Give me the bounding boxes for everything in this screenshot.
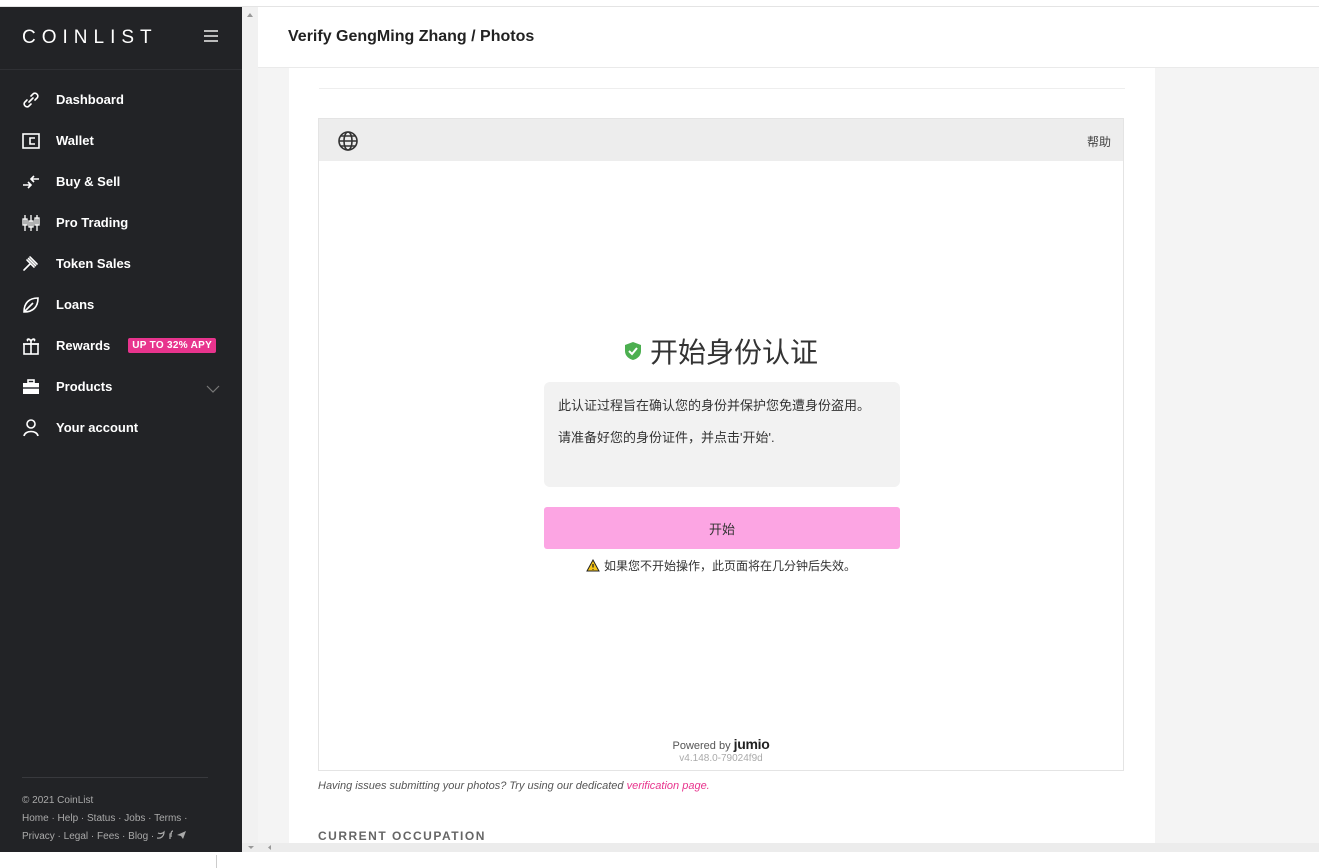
divider <box>319 88 1125 89</box>
help-link[interactable]: 帮助 <box>1087 133 1111 150</box>
sidebar-item-products[interactable]: Products <box>0 366 242 407</box>
verification-page-link[interactable]: verification page. <box>627 780 710 792</box>
wallet-icon <box>21 131 41 151</box>
sidebar-item-loans[interactable]: Loans <box>0 284 242 325</box>
sidebar-item-token-sales[interactable]: Token Sales <box>0 243 242 284</box>
sidebar-item-label: Products <box>56 379 113 394</box>
info-text: 请准备好您的身份证件，并点击'开始'. <box>558 430 775 445</box>
leaf-icon <box>21 295 41 315</box>
sidebar-item-label: Pro Trading <box>56 215 129 230</box>
candlestick-icon <box>21 213 41 233</box>
jumio-logo: jumio <box>733 736 770 752</box>
main-content: 帮助 开始身份认证 此认证过程旨在确认您的身份并保护您免遭身份盗用。 请准备好您… <box>258 68 1319 852</box>
sidebar-nav: Dashboard Wallet Buy & Sell Pro Trading … <box>0 79 242 448</box>
content-card: 帮助 开始身份认证 此认证过程旨在确认您的身份并保护您免遭身份盗用。 请准备好您… <box>289 68 1155 852</box>
divider <box>216 855 217 868</box>
gift-icon <box>21 336 41 356</box>
globe-icon[interactable] <box>337 130 359 157</box>
powered-by: Powered by jumio <box>319 736 1123 752</box>
issue-note: Having issues submitting your photos? Tr… <box>318 780 710 792</box>
gavel-icon <box>21 254 41 274</box>
sidebar-footer: © 2021 CoinList Home · Help · Status · J… <box>22 792 217 846</box>
sidebar: COINLIST Dashboard Wallet Buy & Sell Pro… <box>0 7 242 852</box>
version-text: v4.148.0-79024f9d <box>679 753 763 764</box>
warning-text: 如果您不开始操作，此页面将在几分钟后失效。 <box>603 559 856 573</box>
chevron-down-icon[interactable] <box>206 380 220 398</box>
section-heading: CURRENT OCCUPATION <box>318 829 486 843</box>
copyright-text: © 2021 CoinList <box>22 795 94 806</box>
apy-badge: UP TO 32% APY <box>128 338 217 353</box>
jumio-verification-frame: 帮助 开始身份认证 此认证过程旨在确认您的身份并保护您免遭身份盗用。 请准备好您… <box>318 118 1124 771</box>
swap-arrows-icon <box>21 172 41 192</box>
user-icon <box>21 418 41 438</box>
sidebar-item-label: Wallet <box>56 133 94 148</box>
sidebar-item-wallet[interactable]: Wallet <box>0 120 242 161</box>
sidebar-item-pro-trading[interactable]: Pro Trading <box>0 202 242 243</box>
info-text: 此认证过程旨在确认您的身份并保护您免遭身份盗用。 <box>558 398 871 413</box>
shield-check-icon <box>624 336 642 368</box>
sidebar-item-buy-sell[interactable]: Buy & Sell <box>0 161 242 202</box>
sidebar-item-dashboard[interactable]: Dashboard <box>0 79 242 120</box>
horizontal-scrollbar[interactable] <box>242 843 1319 852</box>
link-icon <box>21 90 41 110</box>
social-icons[interactable] <box>156 830 187 840</box>
sidebar-item-label: Rewards <box>56 338 111 353</box>
footer-links[interactable]: Home · Help · Status · Jobs · Terms · <box>22 810 217 828</box>
verification-title: 开始身份认证 <box>319 331 1123 371</box>
page-title: Verify GengMing Zhang / Photos <box>288 28 535 45</box>
expiry-warning: 如果您不开始操作，此页面将在几分钟后失效。 <box>319 557 1123 574</box>
window-top-edge <box>0 0 1319 7</box>
verification-title-text: 开始身份认证 <box>649 337 818 368</box>
sidebar-scrollbar[interactable] <box>242 7 258 852</box>
info-box: 此认证过程旨在确认您的身份并保护您免遭身份盗用。 请准备好您的身份证件，并点击'… <box>544 382 900 487</box>
menu-icon[interactable] <box>204 30 218 42</box>
sidebar-header: COINLIST <box>0 7 242 70</box>
sidebar-item-rewards[interactable]: Rewards UP TO 32% APY <box>0 325 242 366</box>
page-header: Verify GengMing Zhang / Photos <box>258 7 1319 68</box>
footer-links-row2: Privacy · Legal · Fees · Blog · <box>22 828 217 846</box>
warning-icon <box>586 558 600 572</box>
sidebar-item-label: Token Sales <box>56 256 131 271</box>
frame-toolbar: 帮助 <box>319 119 1123 161</box>
sidebar-item-label: Dashboard <box>56 92 124 107</box>
issue-text: Having issues submitting your photos? Tr… <box>318 780 624 792</box>
start-button[interactable]: 开始 <box>544 507 900 549</box>
sidebar-divider <box>22 777 208 778</box>
briefcase-icon <box>21 377 41 397</box>
sidebar-item-label: Buy & Sell <box>56 174 121 189</box>
sidebar-item-label: Loans <box>56 297 95 312</box>
coinlist-logo[interactable]: COINLIST <box>22 27 158 49</box>
sidebar-item-label: Your account <box>56 420 139 435</box>
powered-by-text: Powered by <box>672 740 731 752</box>
footer-links[interactable]: Privacy · Legal · Fees · Blog · <box>22 831 154 842</box>
sidebar-item-your-account[interactable]: Your account <box>0 407 242 448</box>
window-bottom-edge <box>0 852 1319 868</box>
